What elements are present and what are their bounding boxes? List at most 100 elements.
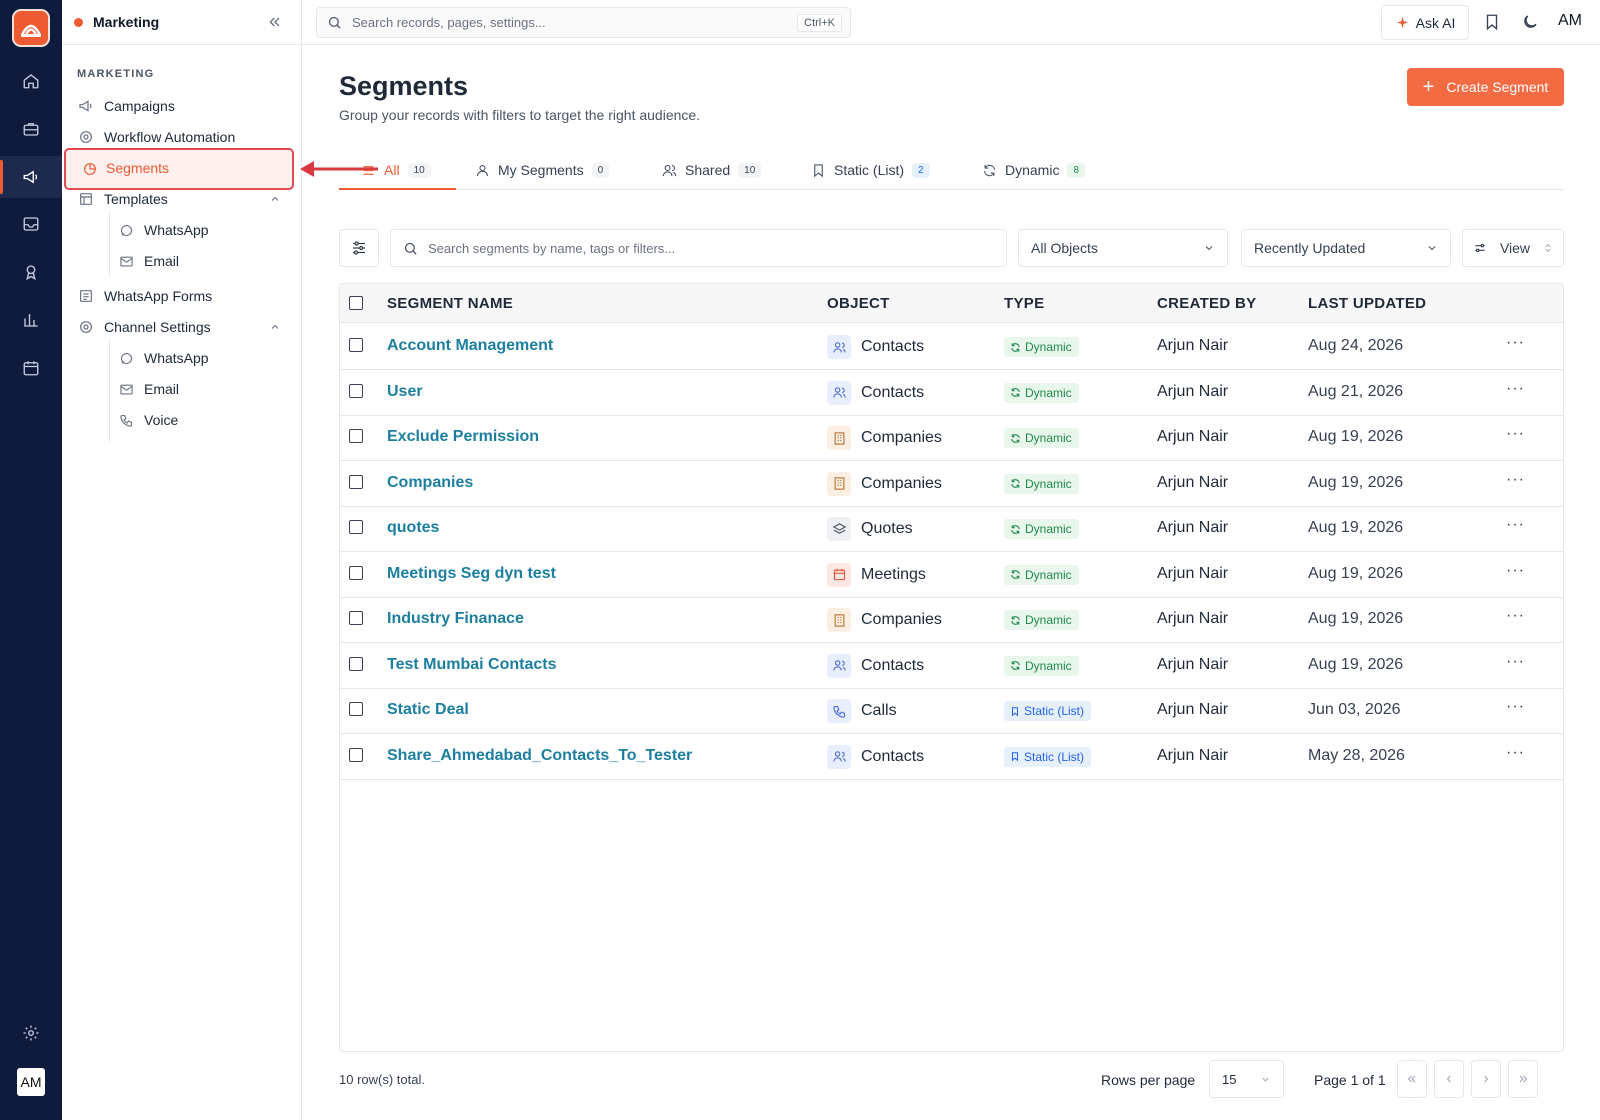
- column-header[interactable]: SEGMENT NAME: [387, 295, 513, 312]
- row-checkbox[interactable]: [349, 429, 363, 443]
- sidebar-item-segments[interactable]: Segments: [64, 148, 294, 190]
- row-checkbox[interactable]: [349, 611, 363, 625]
- sidebar-item-channel-email[interactable]: Email: [119, 377, 179, 401]
- more-actions-icon[interactable]: ···: [1506, 471, 1525, 489]
- segment-name-link[interactable]: Test Mumbai Contacts: [387, 656, 557, 674]
- top-bar: Search records, pages, settings... Ctrl+…: [302, 0, 1600, 45]
- calendar-icon[interactable]: [16, 353, 46, 383]
- next-page-button[interactable]: [1471, 1060, 1501, 1098]
- segment-search-input[interactable]: Search segments by name, tags or filters…: [390, 229, 1007, 267]
- column-header[interactable]: CREATED BY: [1157, 295, 1256, 312]
- prev-page-button[interactable]: [1434, 1060, 1464, 1098]
- segment-name-link[interactable]: quotes: [387, 519, 439, 537]
- create-segment-button[interactable]: + Create Segment: [1407, 68, 1564, 106]
- rows-per-page-value: 15: [1222, 1071, 1237, 1087]
- sidebar-item-campaigns[interactable]: Campaigns: [78, 94, 175, 118]
- tab-all[interactable]: All 10: [361, 150, 431, 190]
- type-label: Dynamic: [1025, 431, 1072, 445]
- table-row[interactable]: User Contacts Dynamic Arjun Nair Aug 21, 202…: [340, 370, 1563, 416]
- column-header[interactable]: OBJECT: [827, 295, 890, 312]
- more-actions-icon[interactable]: ···: [1506, 562, 1525, 580]
- row-checkbox[interactable]: [349, 520, 363, 534]
- table-row[interactable]: Share_Ahmedabad_Contacts_To_Tester Contac…: [340, 734, 1563, 780]
- view-button[interactable]: View: [1462, 229, 1564, 267]
- table-row[interactable]: quotes Quotes Dynamic Arjun Nair Aug 19, 202…: [340, 506, 1563, 552]
- moon-icon[interactable]: [1521, 13, 1539, 31]
- row-checkbox[interactable]: [349, 702, 363, 716]
- sidebar-item-whatsapp-forms[interactable]: WhatsApp Forms: [78, 284, 212, 308]
- building-icon: [827, 471, 851, 496]
- sidebar-item-templates-whatsapp[interactable]: WhatsApp: [119, 218, 209, 242]
- briefcase-icon[interactable]: [16, 114, 46, 144]
- rows-per-page-select[interactable]: 15: [1209, 1060, 1284, 1098]
- column-header[interactable]: LAST UPDATED: [1308, 295, 1426, 312]
- table-row[interactable]: Test Mumbai Contacts Contacts Dynamic Arjun…: [340, 643, 1563, 689]
- user-avatar[interactable]: AM: [1558, 12, 1582, 30]
- row-checkbox[interactable]: [349, 474, 363, 489]
- segment-name-link[interactable]: Share_Ahmedabad_Contacts_To_Tester: [387, 747, 692, 765]
- last-page-button[interactable]: [1508, 1060, 1538, 1098]
- segment-name-link[interactable]: Exclude Permission: [387, 428, 539, 446]
- row-checkbox[interactable]: [349, 338, 363, 352]
- bookmark-icon[interactable]: [1483, 13, 1501, 31]
- sidebar-item-channel-settings[interactable]: Channel Settings: [78, 315, 211, 339]
- more-actions-icon[interactable]: ···: [1506, 698, 1525, 716]
- more-actions-icon[interactable]: ···: [1506, 516, 1525, 534]
- column-header[interactable]: TYPE: [1004, 295, 1044, 312]
- row-checkbox[interactable]: [349, 383, 363, 398]
- segment-name-link[interactable]: Meetings Seg dyn test: [387, 565, 556, 583]
- segment-name-link[interactable]: Account Management: [387, 337, 553, 355]
- tab-static-list[interactable]: Static (List) 2: [811, 150, 930, 190]
- sidebar-item-workflow-automation[interactable]: Workflow Automation: [78, 125, 235, 149]
- sidebar-item-templates[interactable]: Templates: [78, 187, 168, 211]
- more-actions-icon[interactable]: ···: [1506, 425, 1525, 443]
- segment-name-link[interactable]: Industry Finanace: [387, 610, 524, 628]
- select-all-checkbox[interactable]: [349, 296, 363, 310]
- object-select[interactable]: All Objects: [1018, 229, 1228, 267]
- inbox-icon[interactable]: [16, 209, 46, 239]
- segment-name-link[interactable]: Companies: [387, 474, 473, 492]
- tab-shared[interactable]: Shared 10: [662, 150, 762, 190]
- collapse-sidebar-icon[interactable]: [267, 14, 283, 30]
- segment-name-link[interactable]: User: [387, 383, 423, 401]
- more-actions-icon[interactable]: ···: [1506, 653, 1525, 671]
- table-row[interactable]: Industry Finanace Companies Dynamic Arjun N…: [340, 597, 1563, 643]
- more-actions-icon[interactable]: ···: [1506, 380, 1525, 398]
- segment-name-link[interactable]: Static Deal: [387, 701, 469, 719]
- sidebar-item-channel-whatsapp[interactable]: WhatsApp: [119, 346, 209, 370]
- home-icon[interactable]: [16, 66, 46, 96]
- object-label: Calls: [861, 702, 897, 719]
- settings-icon[interactable]: [16, 1018, 46, 1048]
- more-actions-icon[interactable]: ···: [1506, 744, 1525, 762]
- tab-dynamic[interactable]: Dynamic 8: [982, 150, 1086, 190]
- table-row[interactable]: Exclude Permission Companies Dynamic Arjun …: [340, 415, 1563, 461]
- sidebar-item-channel-voice[interactable]: Voice: [119, 408, 178, 432]
- tab-label: All: [384, 162, 400, 178]
- award-icon[interactable]: [16, 257, 46, 287]
- refresh-icon: [1011, 570, 1020, 579]
- row-checkbox[interactable]: [349, 656, 363, 671]
- row-checkbox[interactable]: [349, 565, 363, 580]
- megaphone-icon[interactable]: [16, 162, 46, 192]
- sort-select[interactable]: Recently Updated: [1241, 229, 1451, 267]
- table-row[interactable]: Account Management Contacts Dynamic Arjun N…: [340, 324, 1563, 370]
- user-avatar[interactable]: AM: [17, 1068, 45, 1096]
- row-checkbox[interactable]: [349, 747, 363, 762]
- app-logo[interactable]: [12, 9, 50, 47]
- tab-my-segments[interactable]: My Segments 0: [475, 150, 610, 190]
- table-row[interactable]: Companies Companies Dynamic Arjun Nair Aug 1…: [340, 461, 1563, 507]
- more-actions-icon[interactable]: ···: [1506, 334, 1525, 352]
- chevron-up-icon[interactable]: [269, 321, 281, 333]
- table-row[interactable]: Static Deal Calls Static (List) Arjun Nair J…: [340, 688, 1563, 734]
- global-search-input[interactable]: Search records, pages, settings... Ctrl+…: [316, 7, 851, 38]
- ask-ai-button[interactable]: Ask AI: [1381, 5, 1469, 40]
- table-row[interactable]: Meetings Seg dyn test Meetings Dynamic Arju…: [340, 552, 1563, 598]
- object-cell: Contacts: [827, 744, 924, 769]
- last-updated: Aug 24, 2026: [1308, 337, 1404, 354]
- more-actions-icon[interactable]: ···: [1506, 607, 1525, 625]
- chevron-up-icon[interactable]: [269, 193, 281, 205]
- sidebar-item-templates-email[interactable]: Email: [119, 249, 179, 273]
- bar-chart-icon[interactable]: [16, 305, 46, 335]
- first-page-button[interactable]: [1397, 1060, 1427, 1098]
- filter-button[interactable]: [339, 229, 379, 267]
